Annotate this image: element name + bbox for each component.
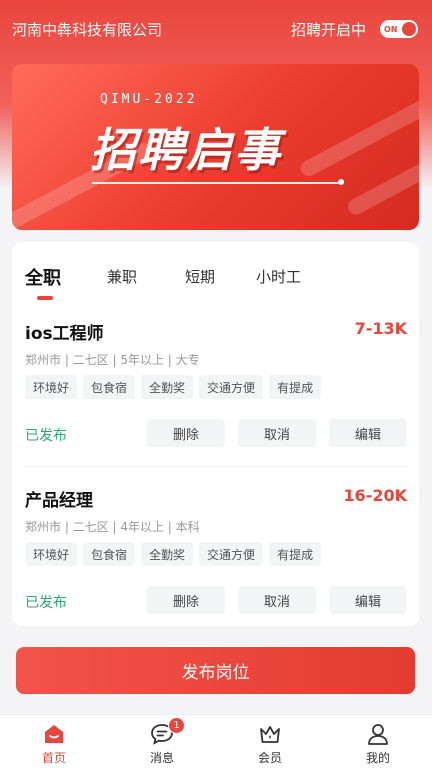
- tabbar-label: 我的: [365, 751, 390, 765]
- user-icon: [365, 722, 391, 746]
- job-list-card: 全职 兼职 短期 小时工 ios工程师 7-13K 郑州市 | 二七区 | 5年…: [12, 242, 419, 626]
- tabbar-label: 消息: [149, 751, 174, 765]
- tab-hourly[interactable]: 小时工: [256, 266, 301, 287]
- job-tag: 环境好: [25, 542, 78, 566]
- company-name: 河南中犇科技有限公司: [12, 20, 163, 39]
- cancel-button[interactable]: 取消: [238, 419, 316, 447]
- job-title: ios工程师: [25, 324, 104, 344]
- delete-button[interactable]: 删除: [147, 419, 225, 447]
- delete-button[interactable]: 删除: [147, 586, 225, 614]
- tabbar-item-home[interactable]: 首页: [14, 715, 94, 768]
- job-item[interactable]: ios工程师 7-13K 郑州市 | 二七区 | 5年以上 | 大专 环境好 包…: [12, 319, 419, 479]
- job-actions: 删除 取消 编辑: [147, 586, 407, 614]
- tab-fulltime[interactable]: 全职: [25, 264, 61, 290]
- banner-subtitle: QIMU-2022: [100, 92, 198, 107]
- banner-title: 招聘启事: [90, 123, 282, 177]
- job-meta: 郑州市 | 二七区 | 5年以上 | 大专: [25, 353, 200, 367]
- crown-icon: [257, 722, 283, 746]
- banner-dot: [338, 179, 344, 185]
- job-tag: 环境好: [25, 375, 78, 399]
- job-tags: 环境好 包食宿 全勤奖 交通方便 有提成: [25, 375, 322, 399]
- banner-decoration: [345, 146, 419, 218]
- tabbar-item-membership[interactable]: 会员: [230, 715, 310, 768]
- tabbar-label: 首页: [41, 751, 66, 765]
- tabbar-item-profile[interactable]: 我的: [338, 715, 418, 768]
- message-icon: 1: [149, 717, 185, 746]
- banner-decoration: [298, 85, 419, 179]
- tabbar-item-messages[interactable]: 1 消息: [122, 715, 202, 768]
- active-tab-indicator: [37, 296, 53, 300]
- tab-shortterm[interactable]: 短期: [185, 266, 215, 287]
- publish-job-button[interactable]: 发布岗位: [16, 647, 415, 694]
- job-salary: 16-20K: [343, 486, 407, 505]
- recruit-status-label: 招聘开启中: [290, 20, 366, 39]
- job-tag: 交通方便: [199, 375, 264, 399]
- cancel-button[interactable]: 取消: [238, 586, 316, 614]
- divider: [25, 466, 406, 467]
- job-tag: 全勤奖: [141, 375, 194, 399]
- recruit-status: 招聘开启中 ON: [291, 19, 418, 40]
- banner-line: [92, 182, 342, 184]
- toggle-on-text: ON: [384, 24, 398, 34]
- tabbar-label: 会员: [257, 751, 282, 765]
- job-item[interactable]: 产品经理 16-20K 郑州市 | 二七区 | 4年以上 | 本科 环境好 包食…: [12, 486, 419, 646]
- recruit-toggle[interactable]: ON: [380, 20, 418, 38]
- edit-button[interactable]: 编辑: [329, 586, 407, 614]
- job-title: 产品经理: [25, 491, 93, 511]
- top-header: 河南中犇科技有限公司 招聘开启中 ON: [0, 0, 432, 58]
- job-tag: 包食宿: [83, 542, 136, 566]
- job-status: 已发布: [25, 428, 67, 444]
- tab-parttime[interactable]: 兼职: [107, 266, 137, 287]
- edit-button[interactable]: 编辑: [329, 419, 407, 447]
- job-tag: 有提成: [269, 542, 322, 566]
- home-icon: [41, 722, 67, 746]
- job-tag: 有提成: [269, 375, 322, 399]
- job-meta: 郑州市 | 二七区 | 4年以上 | 本科: [25, 520, 200, 534]
- job-tag: 交通方便: [199, 542, 264, 566]
- recruit-banner[interactable]: QIMU-2022 招聘启事: [12, 64, 419, 230]
- job-actions: 删除 取消 编辑: [147, 419, 407, 447]
- job-tag: 全勤奖: [141, 542, 194, 566]
- job-type-tabs: 全职 兼职 短期 小时工: [12, 242, 419, 302]
- message-badge: 1: [168, 717, 185, 734]
- job-tags: 环境好 包食宿 全勤奖 交通方便 有提成: [25, 542, 322, 566]
- bottom-tabbar: 首页 1 消息 会员 我的: [0, 714, 432, 768]
- job-salary: 7-13K: [354, 319, 407, 338]
- toggle-knob: [402, 22, 416, 36]
- job-tag: 包食宿: [83, 375, 136, 399]
- job-status: 已发布: [25, 595, 67, 611]
